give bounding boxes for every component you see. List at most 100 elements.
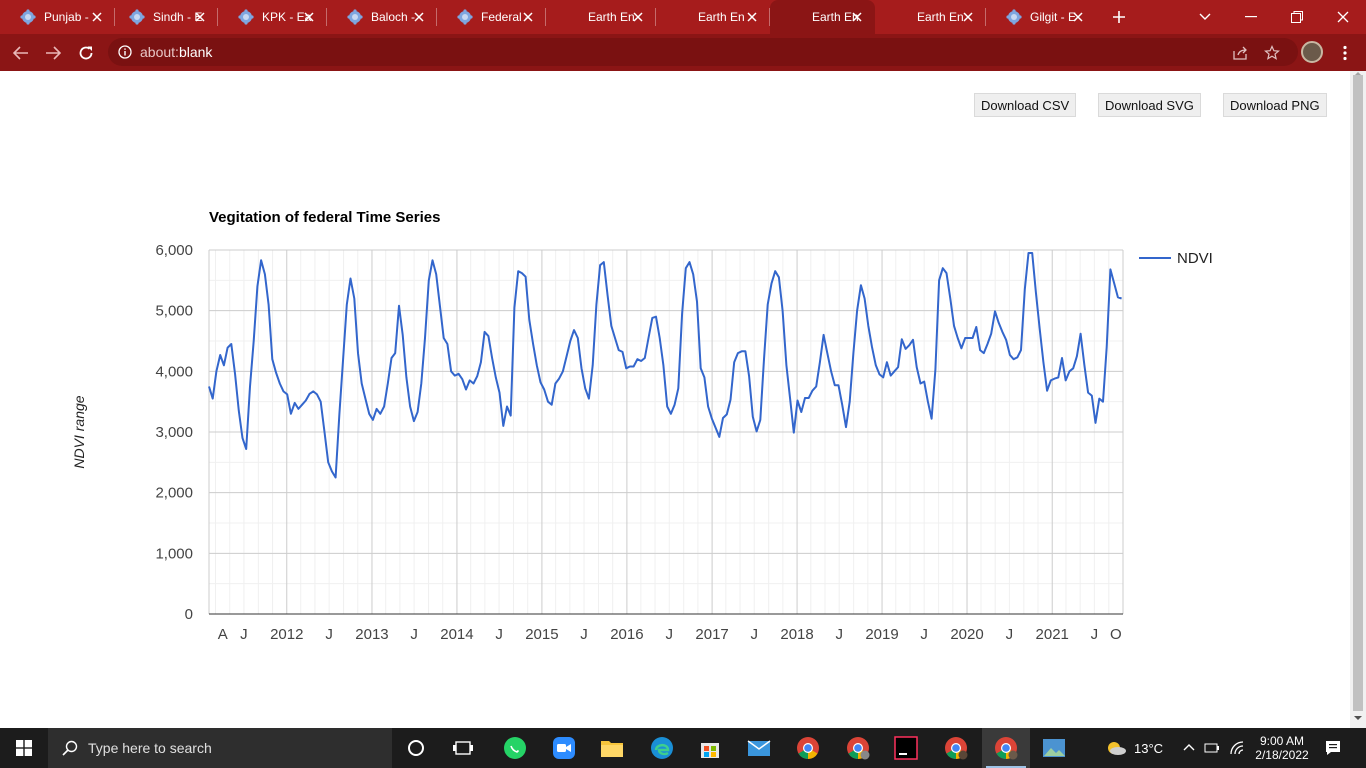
browser-tab[interactable]: Punjab - (0, 0, 115, 34)
x-tick-label: J (1091, 626, 1099, 643)
start-button[interactable] (0, 728, 48, 768)
edge-icon[interactable] (650, 736, 674, 760)
close-icon (1337, 11, 1349, 23)
chrome-icon[interactable] (796, 736, 820, 760)
bookmark-button[interactable] (1259, 40, 1285, 66)
tab-close-icon[interactable] (411, 9, 427, 25)
chrome-profile-icon[interactable] (846, 736, 870, 760)
page-scrollbar[interactable] (1350, 71, 1366, 728)
weather-icon[interactable] (1104, 736, 1128, 760)
y-tick-label: 3,000 (155, 424, 193, 441)
wifi-icon[interactable] (1229, 740, 1245, 756)
chevron-down-icon (1199, 13, 1211, 20)
file-explorer-icon[interactable] (600, 736, 624, 760)
photos-icon[interactable] (1042, 736, 1066, 760)
browser-tab[interactable]: Baloch - (327, 0, 437, 34)
tab-close-icon[interactable] (89, 9, 105, 25)
x-tick-label: J (410, 626, 418, 643)
restore-button[interactable] (1274, 0, 1320, 34)
earth-engine-favicon-icon (129, 9, 145, 25)
windows-logo-icon (16, 740, 32, 756)
browser-tab[interactable]: Sindh - E (109, 0, 218, 34)
browser-tab[interactable]: Gilgit - E (986, 0, 1096, 34)
active-chrome-task[interactable] (982, 728, 1030, 768)
x-tick-label: 2014 (440, 626, 473, 643)
tab-close-icon[interactable] (1070, 9, 1086, 25)
weather-temperature[interactable]: 13°C (1134, 728, 1163, 768)
y-tick-label: 0 (185, 606, 193, 623)
tab-search-button[interactable] (1182, 0, 1228, 34)
x-tick-label: 2013 (355, 626, 388, 643)
chrome-profile-2-icon[interactable] (944, 736, 968, 760)
earth-engine-favicon-icon (457, 9, 473, 25)
info-icon[interactable] (118, 45, 132, 59)
tab-close-icon[interactable] (192, 9, 208, 25)
zoom-icon[interactable] (552, 736, 576, 760)
earth-engine-favicon-icon (238, 9, 254, 25)
tab-close-icon[interactable] (849, 9, 865, 25)
y-tick-label: 2,000 (155, 485, 193, 502)
x-tick-label: J (495, 626, 503, 643)
tab-close-icon[interactable] (960, 9, 976, 25)
clock-date: 2/18/2022 (1255, 748, 1309, 762)
chrome-active-icon (995, 737, 1018, 760)
back-button[interactable] (8, 40, 34, 66)
y-axis-label: NDVI range (71, 395, 87, 468)
y-tick-label: 6,000 (155, 242, 193, 259)
browser-tab[interactable]: Earth En (875, 0, 986, 34)
profile-avatar[interactable] (1301, 41, 1323, 63)
mail-icon[interactable] (747, 736, 771, 760)
x-tick-label: 2021 (1036, 626, 1069, 643)
browser-tab[interactable]: Earth En (656, 0, 770, 34)
earth-engine-favicon-icon (20, 9, 36, 25)
minimize-button[interactable] (1228, 0, 1274, 34)
kebab-menu-icon (1343, 45, 1347, 61)
browser-tab[interactable]: KPK - Ea (218, 0, 327, 34)
x-tick-label: 2017 (695, 626, 728, 643)
tab-close-icon[interactable] (301, 9, 317, 25)
reload-button[interactable] (73, 40, 99, 66)
x-tick-label: 2016 (610, 626, 643, 643)
battery-plug-icon[interactable] (1204, 741, 1220, 755)
task-view-icon[interactable] (451, 736, 475, 760)
earth-engine-favicon-icon (1006, 9, 1022, 25)
chevron-up-icon[interactable] (1183, 743, 1195, 751)
tab-close-icon[interactable] (520, 9, 536, 25)
earth-engine-favicon-icon (347, 9, 363, 25)
browser-tab[interactable]: Earth En (546, 0, 656, 34)
menu-button[interactable] (1332, 40, 1358, 66)
forward-button[interactable] (40, 40, 66, 66)
url-text: about:blank (140, 44, 213, 60)
reload-icon (79, 46, 93, 60)
minimize-icon (1245, 16, 1257, 18)
close-window-button[interactable] (1320, 0, 1366, 34)
browser-tab[interactable]: Earth En (770, 0, 875, 34)
intellij-icon[interactable] (894, 736, 918, 760)
x-tick-label: 2020 (950, 626, 983, 643)
scroll-down-icon[interactable] (1354, 716, 1362, 721)
plus-icon (1113, 11, 1125, 23)
share-icon (1233, 46, 1247, 60)
x-tick-label: 2018 (780, 626, 813, 643)
whatsapp-icon[interactable] (503, 736, 527, 760)
notification-icon[interactable] (1325, 740, 1341, 756)
tab-close-icon[interactable] (630, 9, 646, 25)
share-button[interactable] (1227, 40, 1253, 66)
new-tab-button[interactable] (1096, 0, 1142, 34)
x-tick-label: 2019 (865, 626, 898, 643)
y-tick-label: 4,000 (155, 363, 193, 380)
taskbar-search-box[interactable]: Type here to search (48, 728, 392, 768)
x-tick-label: J (325, 626, 333, 643)
back-arrow-icon (13, 46, 28, 60)
address-bar[interactable]: about:blank (108, 38, 1298, 66)
x-tick-label: J (240, 626, 248, 643)
scrollbar-thumb[interactable] (1353, 75, 1363, 711)
cortana-icon[interactable] (404, 736, 428, 760)
series-line-ndvi (208, 252, 1122, 479)
y-tick-label: 1,000 (155, 545, 193, 562)
x-tick-label: J (580, 626, 588, 643)
browser-tab[interactable]: Federal - (437, 0, 546, 34)
clock[interactable]: 9:00 AM 2/18/2022 (1252, 728, 1312, 768)
microsoft-store-icon[interactable] (698, 736, 722, 760)
tab-close-icon[interactable] (744, 9, 760, 25)
